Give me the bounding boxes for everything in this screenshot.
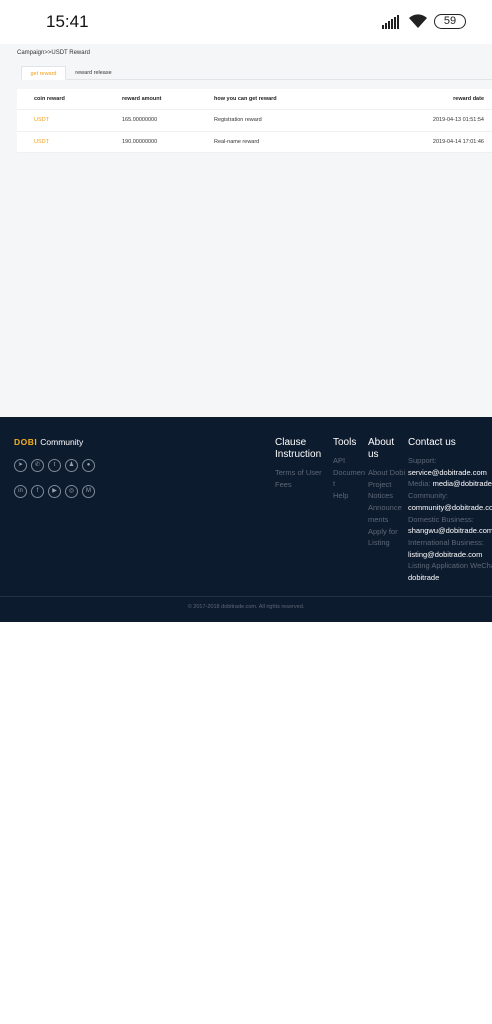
tab-bar: get reward reward release [21, 66, 492, 80]
telegram-icon[interactable]: ➤ [14, 459, 27, 472]
media-label: Media: [408, 479, 431, 489]
community-email[interactable]: community@dobitrade.co [408, 502, 492, 514]
domestic-label: Domestic Business: [408, 514, 474, 524]
table-row: USDT 165.00000000 Registration reward 20… [17, 110, 492, 132]
date-cell: 2019-04-14 17:01:46 [432, 138, 484, 145]
twitter-icon[interactable]: t [48, 459, 61, 472]
tools-column: Tools API Documen t Help [333, 437, 365, 502]
apply-listing-link-line2[interactable]: Listing [368, 537, 405, 549]
header-reward-amount: reward amount [122, 96, 162, 102]
status-time: 15:41 [46, 12, 89, 31]
amount-cell: 190.00000000 [122, 138, 158, 145]
wifi-icon [408, 13, 428, 29]
signal-icon [382, 15, 402, 29]
api-link-line3[interactable]: t [333, 478, 365, 490]
coin-cell: USDT [34, 117, 49, 123]
fees-link[interactable]: Fees [275, 479, 322, 491]
copyright: © 2017-2018 dobitrade.com. All rights re… [187, 604, 305, 610]
main-content: Campaign>>USDT Reward get reward reward … [0, 44, 492, 417]
tools-title: Tools [333, 437, 357, 448]
reason-cell: Registration reward [214, 117, 262, 123]
social-row-2: in f ▶ ◎ M [14, 485, 99, 498]
terms-link[interactable]: Terms of User [275, 467, 322, 479]
api-link-line2[interactable]: Documen [333, 467, 365, 479]
about-dobi-link[interactable]: About Dobi [368, 467, 405, 479]
social-row-1: ➤ ✆ t ♟ ● [14, 459, 99, 472]
header-reward-date: reward date [453, 96, 484, 102]
youtube-icon[interactable]: ▶ [48, 485, 61, 498]
apply-listing-link[interactable]: Apply for [368, 526, 405, 538]
qq-icon[interactable]: ♟ [65, 459, 78, 472]
media-email[interactable]: media@dobitrade [433, 479, 492, 488]
media-row: Media: media@dobitrade [408, 478, 492, 490]
logo-community: Community [40, 437, 84, 447]
table-header: coin reward reward amount how you can ge… [17, 89, 492, 110]
header-how-to-get: how you can get reward [214, 96, 277, 102]
project-link[interactable]: Project [368, 479, 405, 491]
logo-brand: DOBI [14, 437, 38, 447]
help-link[interactable]: Help [333, 490, 365, 502]
domestic-email[interactable]: shangwu@dobitrade.com [408, 525, 492, 537]
logo[interactable]: DOBI Community [14, 437, 83, 447]
footer: DOBI Community ➤ ✆ t ♟ ● in f ▶ ◎ M Claus… [0, 417, 492, 622]
instagram-icon[interactable]: ◎ [65, 485, 78, 498]
reward-table: coin reward reward amount how you can ge… [17, 89, 492, 153]
date-cell: 2019-04-13 01:51:54 [432, 117, 484, 123]
clause-title-line2: Instruction [275, 449, 322, 460]
clause-column: Clause Instruction Terms of User Fees [275, 437, 322, 490]
support-label: Support: [408, 456, 437, 465]
wechat-label: Listing Application WeCha [408, 561, 492, 571]
international-label: International Business: [408, 537, 484, 547]
coin-cell: USDT [34, 138, 49, 145]
about-title-line1: About [368, 437, 395, 448]
amount-cell: 165.00000000 [122, 117, 158, 123]
linkedin-icon[interactable]: in [14, 485, 27, 498]
tab-get-reward[interactable]: get reward [21, 66, 66, 80]
status-bar: 15:41 59 [0, 0, 492, 44]
wechat-id[interactable]: dobitrade [408, 572, 492, 584]
reason-cell: Real-name reward [214, 138, 260, 145]
announcements-link[interactable]: Announce [368, 502, 405, 514]
announcements-link-line2[interactable]: ments [368, 514, 405, 526]
wechat-icon[interactable]: ● [82, 459, 95, 472]
support-email[interactable]: service@dobitrade.com [408, 467, 492, 479]
api-link[interactable]: API [333, 455, 365, 467]
tab-reward-release[interactable]: reward release [66, 66, 121, 80]
about-column: About us About Dobi Project Notices Anno… [368, 437, 405, 549]
header-coin-reward: coin reward [34, 96, 65, 102]
contact-title: Contact us [408, 437, 456, 448]
contact-column: Contact us Support: service@dobitrade.co… [408, 437, 492, 584]
about-title-line2: us [368, 449, 379, 460]
facebook-icon[interactable]: f [31, 485, 44, 498]
international-email[interactable]: listing@dobitrade.com [408, 549, 492, 561]
breadcrumb[interactable]: Campaign>>USDT Reward [17, 50, 90, 56]
table-row: USDT 190.00000000 Real-name reward 2019-… [17, 131, 492, 153]
community-label: Community: [408, 491, 449, 501]
clause-title-line1: Clause [275, 437, 307, 448]
whatsapp-icon[interactable]: ✆ [31, 459, 44, 472]
footer-divider [0, 596, 492, 597]
battery-icon: 59 [434, 14, 466, 29]
medium-icon[interactable]: M [82, 485, 95, 498]
notices-link[interactable]: Notices [368, 490, 405, 502]
